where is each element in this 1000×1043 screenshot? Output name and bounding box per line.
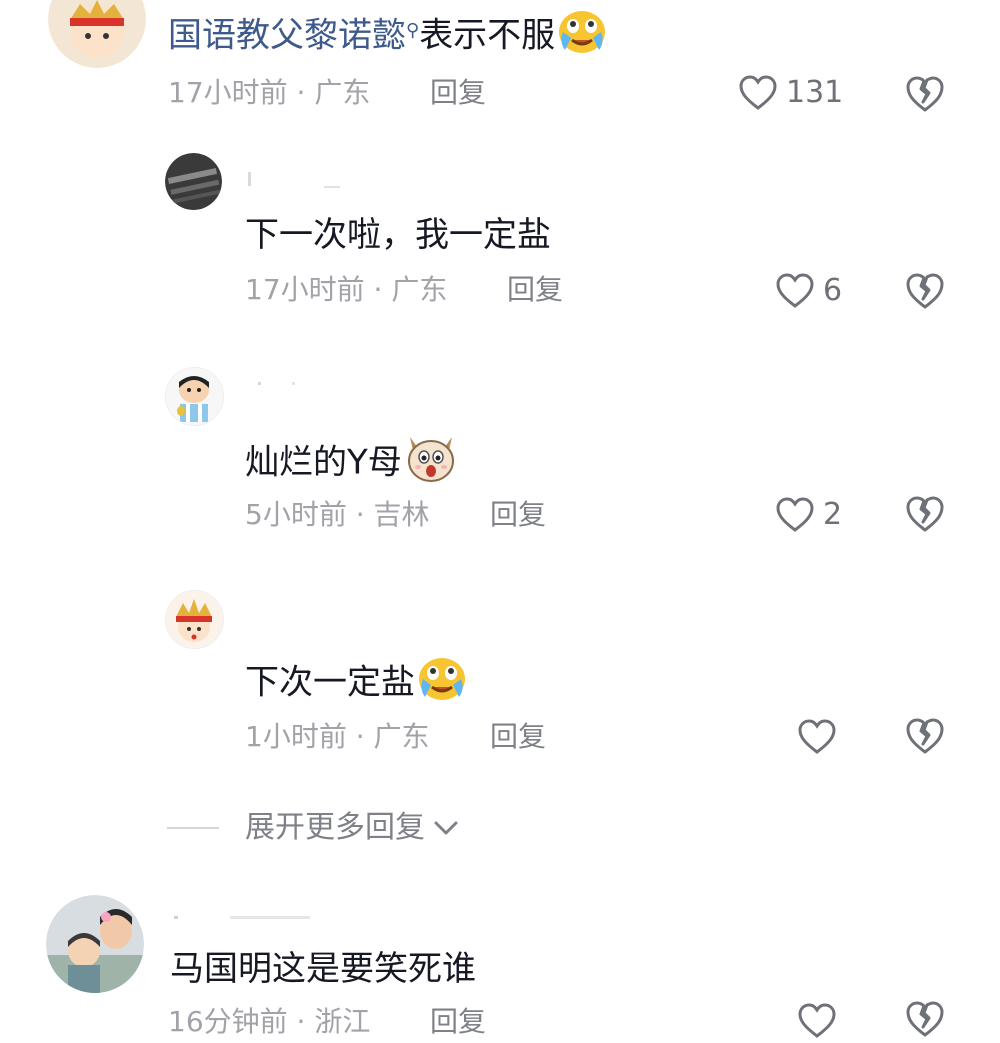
reply-button[interactable]: 回复 xyxy=(490,497,546,533)
avatar[interactable] xyxy=(48,0,146,68)
like-count: 131 xyxy=(786,75,844,110)
broken-heart-icon xyxy=(906,1001,944,1037)
comment-meta: 17小时前 · 广东 xyxy=(168,76,371,109)
like-button[interactable]: 131 xyxy=(738,74,843,112)
heart-icon xyxy=(776,273,814,308)
username-placeholder xyxy=(244,380,304,400)
avatar[interactable] xyxy=(46,895,144,993)
heart-icon xyxy=(776,497,814,532)
comment-text: 下一次啦，我一定盐 xyxy=(245,215,551,255)
like-count: 6 xyxy=(823,273,843,308)
mention-link[interactable]: 国语教父黎诺懿 xyxy=(168,16,406,56)
heart-icon xyxy=(739,75,777,110)
like-button[interactable] xyxy=(797,718,845,756)
comment-meta: 17小时前 · 广东 xyxy=(245,273,448,306)
comment-meta: 16分钟前 · 浙江 xyxy=(168,1005,371,1038)
comment-text: 下次一定盐 xyxy=(245,655,467,713)
chevron-down-icon xyxy=(434,821,458,835)
broken-heart-icon xyxy=(906,273,944,309)
like-button[interactable]: 2 xyxy=(775,496,842,534)
comment-body: 下次一定盐 xyxy=(245,662,415,703)
divider xyxy=(167,827,219,829)
username-placeholder xyxy=(244,170,344,190)
avatar[interactable] xyxy=(165,367,224,426)
comment-body: 灿烂的Y母 xyxy=(245,442,402,483)
comment-meta: 1小时前 · 广东 xyxy=(245,720,430,753)
search-icon[interactable]: ⚲ xyxy=(406,20,419,41)
heart-icon xyxy=(798,1003,836,1038)
heart-icon xyxy=(798,719,836,754)
avatar[interactable] xyxy=(165,153,222,210)
crying-face-emoji xyxy=(417,655,467,713)
comment-text: 国语教父黎诺懿⚲表示不服 xyxy=(168,8,607,66)
dislike-button[interactable] xyxy=(905,716,945,756)
dislike-button[interactable] xyxy=(905,271,945,311)
dislike-button[interactable] xyxy=(905,999,945,1039)
broken-heart-icon xyxy=(906,496,944,532)
comment-meta: 5小时前 · 吉林 xyxy=(245,498,430,531)
reply-button[interactable]: 回复 xyxy=(430,1004,486,1040)
comment-text: 马国明这是要笑死谁 xyxy=(170,949,476,989)
dislike-button[interactable] xyxy=(905,494,945,534)
surprised-dog-emoji xyxy=(404,433,458,495)
dislike-button[interactable] xyxy=(905,74,945,114)
reply-button[interactable]: 回复 xyxy=(430,75,486,111)
username-placeholder xyxy=(170,912,320,932)
reply-button[interactable]: 回复 xyxy=(490,719,546,755)
broken-heart-icon xyxy=(906,76,944,112)
expand-replies-button[interactable]: 展开更多回复 xyxy=(167,808,461,848)
like-count: 2 xyxy=(823,497,843,532)
comment-body: 表示不服 xyxy=(419,15,556,56)
avatar[interactable] xyxy=(165,590,224,649)
like-button[interactable]: 6 xyxy=(775,272,842,310)
reply-button[interactable]: 回复 xyxy=(507,272,563,308)
like-button[interactable] xyxy=(797,1002,845,1040)
expand-replies-label: 展开更多回复 xyxy=(245,810,425,845)
broken-heart-icon xyxy=(906,718,944,754)
comment-text: 灿烂的Y母 xyxy=(245,433,458,495)
crying-face-emoji xyxy=(557,8,607,66)
